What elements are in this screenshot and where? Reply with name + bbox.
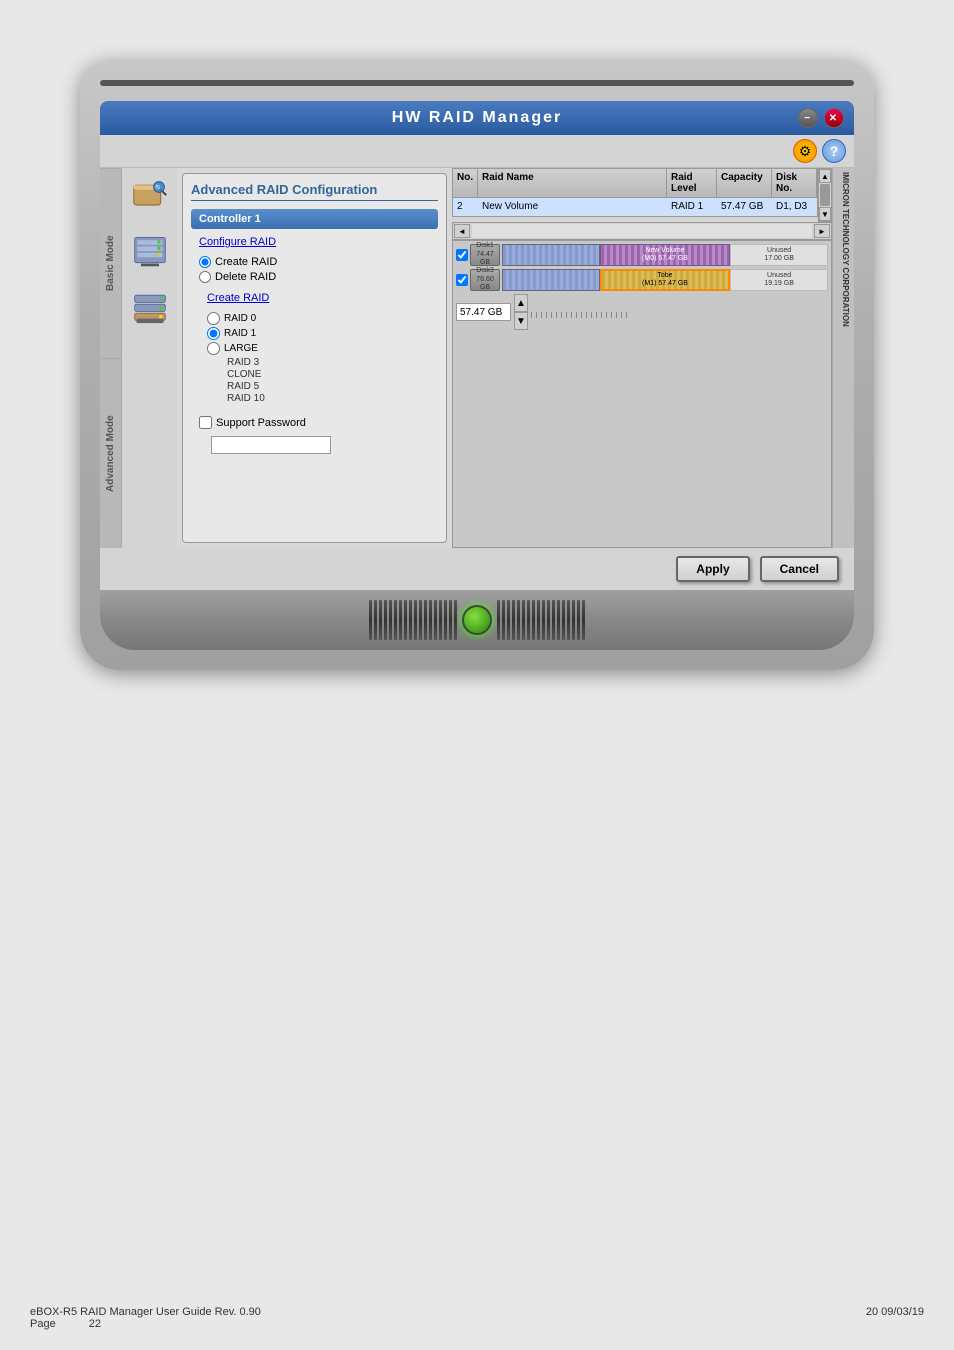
power-light xyxy=(462,605,492,635)
password-input[interactable] xyxy=(211,436,331,454)
table-wrapper: No. Raid Name Raid Level Capacity Disk N… xyxy=(452,168,832,222)
large-option[interactable]: LARGE xyxy=(207,342,422,355)
scroll-down-arrow[interactable]: ▼ xyxy=(819,207,831,221)
configure-raid-link[interactable]: Configure RAID xyxy=(191,234,438,250)
app-title: HW RAID Manager xyxy=(392,109,562,126)
footer-left: eBOX-R5 RAID Manager User Guide Rev. 0.9… xyxy=(30,1306,261,1330)
right-panel: No. Raid Name Raid Level Capacity Disk N… xyxy=(452,168,832,548)
row-cap: 57.47 GB xyxy=(717,198,772,215)
table-nav: ◄ ► xyxy=(452,222,832,240)
title-buttons: − ✕ xyxy=(798,108,844,128)
right-label: IMICRON TECHNOLOGY CORPORATION xyxy=(833,168,854,331)
create-raid-radio[interactable]: Create RAID xyxy=(199,256,430,268)
disk1-checkbox[interactable] xyxy=(456,249,468,261)
row-level: RAID 1 xyxy=(667,198,717,215)
icon-search[interactable]: 🔍 xyxy=(127,173,172,218)
left-vents xyxy=(369,600,457,640)
center-content: Advanced RAID Configuration Controller 1… xyxy=(177,168,452,548)
minimize-button[interactable]: − xyxy=(798,108,818,128)
nav-right-btn[interactable]: ► xyxy=(814,224,830,238)
svg-text:🔍: 🔍 xyxy=(154,183,163,192)
scroll-up-arrow[interactable]: ▲ xyxy=(819,169,831,183)
icon-disks[interactable] xyxy=(127,283,172,328)
panel-title: Advanced RAID Configuration xyxy=(191,182,438,201)
disk1-icon: Disk174.47 GB xyxy=(470,244,500,266)
right-sidebar: IMICRON TECHNOLOGY CORPORATION xyxy=(832,168,854,548)
spinbox-down[interactable]: ▼ xyxy=(514,312,528,330)
bottom-decor xyxy=(100,590,854,650)
footer-page: Page 22 xyxy=(30,1318,261,1330)
raid-table: No. Raid Name Raid Level Capacity Disk N… xyxy=(452,168,818,217)
clone-text: CLONE xyxy=(207,369,422,380)
disk1-used-seg xyxy=(502,244,600,266)
support-password-section: Support Password xyxy=(191,412,438,433)
col-disk-header: Disk No. xyxy=(772,169,817,197)
raid5-text: RAID 5 xyxy=(207,381,422,392)
close-button[interactable]: ✕ xyxy=(824,108,844,128)
disk3-icon: Disk376.60 GB xyxy=(470,269,500,291)
bottom-buttons: Apply Cancel xyxy=(100,548,854,590)
controller-header: Controller 1 xyxy=(191,209,438,229)
help-icon[interactable]: ? xyxy=(822,139,846,163)
main-content: Basic Mode Advanced Mode 🔍 xyxy=(100,168,854,548)
create-raid-link[interactable]: Create RAID xyxy=(191,290,438,306)
disk1-unused-seg: Unused17.00 GB xyxy=(730,244,828,266)
col-level-header: Raid Level xyxy=(667,169,717,197)
disk-viz-bottom: ▲ ▼ xyxy=(456,294,828,330)
row-disk: D1, D3 xyxy=(772,198,817,215)
raid-type-radio-group: Create RAID Delete RAID xyxy=(191,254,438,288)
disk3-unused-seg: Unused19.19 GB xyxy=(730,269,828,291)
spinbox-up[interactable]: ▲ xyxy=(514,294,528,312)
scroll-thumb[interactable] xyxy=(820,184,830,206)
icons-column: 🔍 xyxy=(122,168,177,548)
disk-viz: Disk174.47 GB New Volume(M0) 57.47 GB Un… xyxy=(452,240,832,548)
app-title-bar: HW RAID Manager − ✕ xyxy=(100,101,854,135)
raid-icon xyxy=(132,233,168,269)
top-bar xyxy=(100,80,854,86)
settings-icon[interactable]: ⚙ xyxy=(793,139,817,163)
disk1-row: Disk174.47 GB New Volume(M0) 57.47 GB Un… xyxy=(456,244,828,266)
capacity-input[interactable] xyxy=(456,303,511,321)
search-icon: 🔍 xyxy=(132,178,168,214)
ruler-marks xyxy=(531,306,828,318)
raid-level-group: RAID 0 RAID 1 LARGE RAID 3 CLONE RAID 5 … xyxy=(191,310,438,407)
disk3-used-seg xyxy=(502,269,600,291)
footer-guide: eBOX-R5 RAID Manager User Guide Rev. 0.9… xyxy=(30,1306,261,1318)
support-password-label: Support Password xyxy=(216,417,306,429)
cancel-button[interactable]: Cancel xyxy=(760,556,839,582)
disk3-tobe-seg: Tobe(M1) 57.47 GB xyxy=(600,269,730,291)
table-scrollbar: ▲ ▼ xyxy=(818,168,832,222)
disk1-new-volume-seg: New Volume(M0) 57.47 GB xyxy=(600,244,730,266)
disk3-segments: Tobe(M1) 57.47 GB Unused19.19 GB xyxy=(502,269,828,291)
row-name: New Volume xyxy=(478,198,667,215)
delete-raid-radio[interactable]: Delete RAID xyxy=(199,271,430,283)
raid0-option[interactable]: RAID 0 xyxy=(207,312,422,325)
nav-left-btn[interactable]: ◄ xyxy=(454,224,470,238)
basic-mode-label: Basic Mode xyxy=(100,168,121,358)
disk3-row: Disk376.60 GB Tobe(M1) 57.47 GB Unused19… xyxy=(456,269,828,291)
support-password-checkbox[interactable] xyxy=(199,416,212,429)
footer: eBOX-R5 RAID Manager User Guide Rev. 0.9… xyxy=(30,1306,924,1330)
row-no: 2 xyxy=(453,198,478,215)
col-cap-header: Capacity xyxy=(717,169,772,197)
col-name-header: Raid Name xyxy=(478,169,667,197)
advanced-mode-label: Advanced Mode xyxy=(100,358,121,548)
main-panel: Advanced RAID Configuration Controller 1… xyxy=(182,173,447,543)
raid1-option[interactable]: RAID 1 xyxy=(207,327,422,340)
footer-right: 20 09/03/19 xyxy=(866,1306,924,1330)
raid3-text: RAID 3 xyxy=(207,357,422,368)
right-vents xyxy=(497,600,585,640)
col-no-header: No. xyxy=(453,169,478,197)
disk1-segments: New Volume(M0) 57.47 GB Unused17.00 GB xyxy=(502,244,828,266)
left-sidebar: Basic Mode Advanced Mode xyxy=(100,168,122,548)
icon-raid[interactable] xyxy=(127,228,172,273)
raid10-text: RAID 10 xyxy=(207,393,422,404)
table-header: No. Raid Name Raid Level Capacity Disk N… xyxy=(453,169,817,198)
apply-button[interactable]: Apply xyxy=(676,556,749,582)
device-container: HW RAID Manager − ✕ ⚙ ? Basic Mode Advan… xyxy=(80,60,874,670)
disk3-checkbox[interactable] xyxy=(456,274,468,286)
table-row[interactable]: 2 New Volume RAID 1 57.47 GB D1, D3 xyxy=(453,198,817,216)
disks-icon xyxy=(132,288,168,324)
